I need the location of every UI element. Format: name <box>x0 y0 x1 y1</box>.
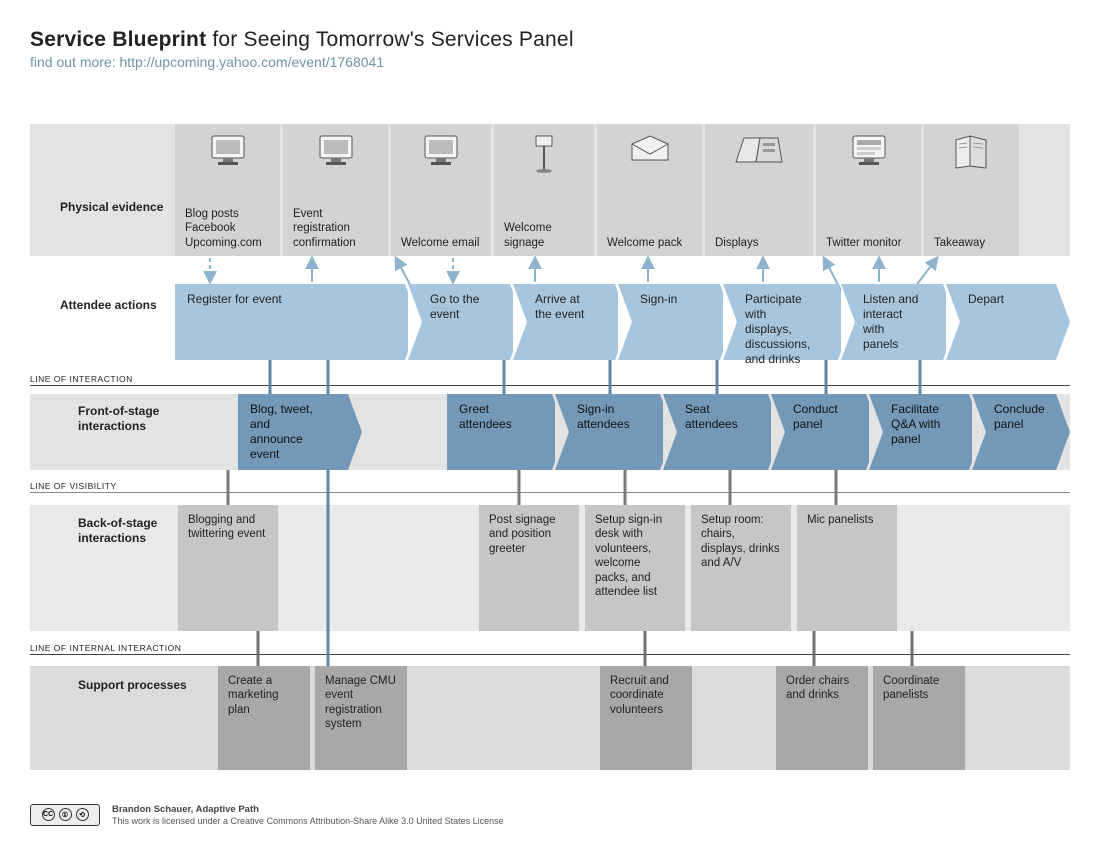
monitor-icon <box>421 134 461 172</box>
monitor-icon <box>849 134 889 172</box>
back-setup-room: Setup room: chairs, displays, drinks and… <box>691 505 791 631</box>
evidence-welcome-email: Welcome email <box>391 124 491 256</box>
subtitle-link[interactable]: find out more: http://upcoming.yahoo.com… <box>30 54 574 70</box>
chev-label: Go to the event <box>430 292 479 321</box>
back-setup-signin: Setup sign-in desk with volunteers, welc… <box>585 505 685 631</box>
evidence-label: Takeaway <box>934 236 1013 250</box>
front-conclude: Conclude panel <box>972 394 1056 470</box>
box-label: Blogging and twittering event <box>188 514 265 540</box>
line-of-internal-interaction <box>30 654 1070 655</box>
line-label-internal: LINE OF INTERNAL INTERACTION <box>30 643 181 653</box>
chev-label: Blog, tweet, and announce event <box>250 402 313 461</box>
attendee-sign-in: Sign-in <box>618 284 720 360</box>
line-of-interaction <box>30 385 1070 386</box>
attendee-arrive: Arrive at the event <box>513 284 615 360</box>
attendee-register: Register for event <box>175 284 405 360</box>
displays-icon <box>734 134 784 170</box>
monitor-icon <box>316 134 356 172</box>
chev-label: Listen and interact with panels <box>863 292 918 351</box>
paper-icon <box>952 134 992 174</box>
title-rest: for Seeing Tomorrow's Services Panel <box>206 28 573 51</box>
back-mic-panelists: Mic panelists <box>797 505 897 631</box>
monitor-icon <box>208 134 248 172</box>
front-conduct-panel: Conduct panel <box>771 394 866 470</box>
title-bold: Service Blueprint <box>30 28 206 51</box>
back-blogging: Blogging and twittering event <box>178 505 278 631</box>
support-marketing-plan: Create a marketing plan <box>218 666 310 770</box>
footer: CC①⟲ Brandon Schauer, Adaptive Path This… <box>30 804 504 828</box>
evidence-label: Event registration confirmation <box>293 207 382 250</box>
evidence-label: Twitter monitor <box>826 236 915 250</box>
attendee-participate: Participate with displays, discussions, … <box>723 284 838 360</box>
evidence-label: Welcome pack <box>607 236 696 250</box>
line-of-visibility <box>30 492 1070 493</box>
back-post-signage: Post signage and position greeter <box>479 505 579 631</box>
chev-label: Register for event <box>187 292 282 306</box>
box-label: Create a marketing plan <box>228 675 279 716</box>
header: Service Blueprint for Seeing Tomorrow's … <box>30 28 574 70</box>
evidence-label: Blog posts Facebook Upcoming.com <box>185 207 274 250</box>
front-blog-tweet: Blog, tweet, and announce event <box>238 394 348 470</box>
attendee-go-to-event: Go to the event <box>408 284 510 360</box>
footer-license: This work is licensed under a Creative C… <box>112 816 504 828</box>
box-label: Setup room: chairs, displays, drinks and… <box>701 514 780 569</box>
support-order-chairs: Order chairs and drinks <box>776 666 868 770</box>
evidence-label: Displays <box>715 236 807 250</box>
sign-icon <box>530 134 558 178</box>
front-greet: Greet attendees <box>447 394 552 470</box>
box-label: Order chairs and drinks <box>786 675 849 701</box>
chev-label: Arrive at the event <box>535 292 584 321</box>
line-label-visibility: LINE OF VISIBILITY <box>30 481 117 491</box>
front-facilitate-qa: Facilitate Q&A with panel <box>869 394 969 470</box>
footer-text: Brandon Schauer, Adaptive Path This work… <box>112 804 504 828</box>
page-title: Service Blueprint for Seeing Tomorrow's … <box>30 28 574 52</box>
box-label: Post signage and position greeter <box>489 514 556 555</box>
front-sign-in: Sign-in attendees <box>555 394 660 470</box>
chev-label: Sign-in attendees <box>577 402 630 431</box>
evidence-welcome-signage: Welcome signage <box>494 124 594 256</box>
chev-label: Greet attendees <box>459 402 512 431</box>
chev-label: Conduct panel <box>793 402 838 431</box>
chev-label: Conclude panel <box>994 402 1045 431</box>
support-recruit-volunteers: Recruit and coordinate volunteers <box>600 666 692 770</box>
chev-label: Seat attendees <box>685 402 738 431</box>
box-label: Setup sign-in desk with volunteers, welc… <box>595 514 662 598</box>
evidence-twitter-monitor: Twitter monitor <box>816 124 921 256</box>
support-coordinate-panelists: Coordinate panelists <box>873 666 965 770</box>
evidence-label: Welcome signage <box>504 221 588 250</box>
chev-label: Depart <box>968 292 1004 306</box>
evidence-welcome-pack: Welcome pack <box>597 124 702 256</box>
row-label-support: Support processes <box>78 678 223 693</box>
chev-label: Facilitate Q&A with panel <box>891 402 940 446</box>
chev-label: Participate with displays, discussions, … <box>745 292 810 366</box>
footer-credit: Brandon Schauer, Adaptive Path <box>112 804 504 816</box>
envelope-icon <box>628 134 672 168</box>
line-label-interaction: LINE OF INTERACTION <box>30 374 133 384</box>
attendee-depart: Depart <box>946 284 1056 360</box>
row-label-front: Front-of-stage interactions <box>78 404 223 434</box>
front-seat: Seat attendees <box>663 394 768 470</box>
service-blueprint-diagram: Service Blueprint for Seeing Tomorrow's … <box>0 0 1100 850</box>
evidence-label: Welcome email <box>401 236 485 250</box>
cc-badge-icon: CC①⟲ <box>30 804 100 826</box>
attendee-listen: Listen and interact with panels <box>841 284 943 360</box>
evidence-blog-posts: Blog posts Facebook Upcoming.com <box>175 124 280 256</box>
support-cmu-registration: Manage CMU event registration system <box>315 666 407 770</box>
evidence-registration-confirmation: Event registration confirmation <box>283 124 388 256</box>
box-label: Recruit and coordinate volunteers <box>610 675 669 716</box>
chev-label: Sign-in <box>640 292 677 306</box>
evidence-displays: Displays <box>705 124 813 256</box>
box-label: Manage CMU event registration system <box>325 675 396 730</box>
evidence-takeaway: Takeaway <box>924 124 1019 256</box>
box-label: Mic panelists <box>807 514 873 526</box>
box-label: Coordinate panelists <box>883 675 939 701</box>
